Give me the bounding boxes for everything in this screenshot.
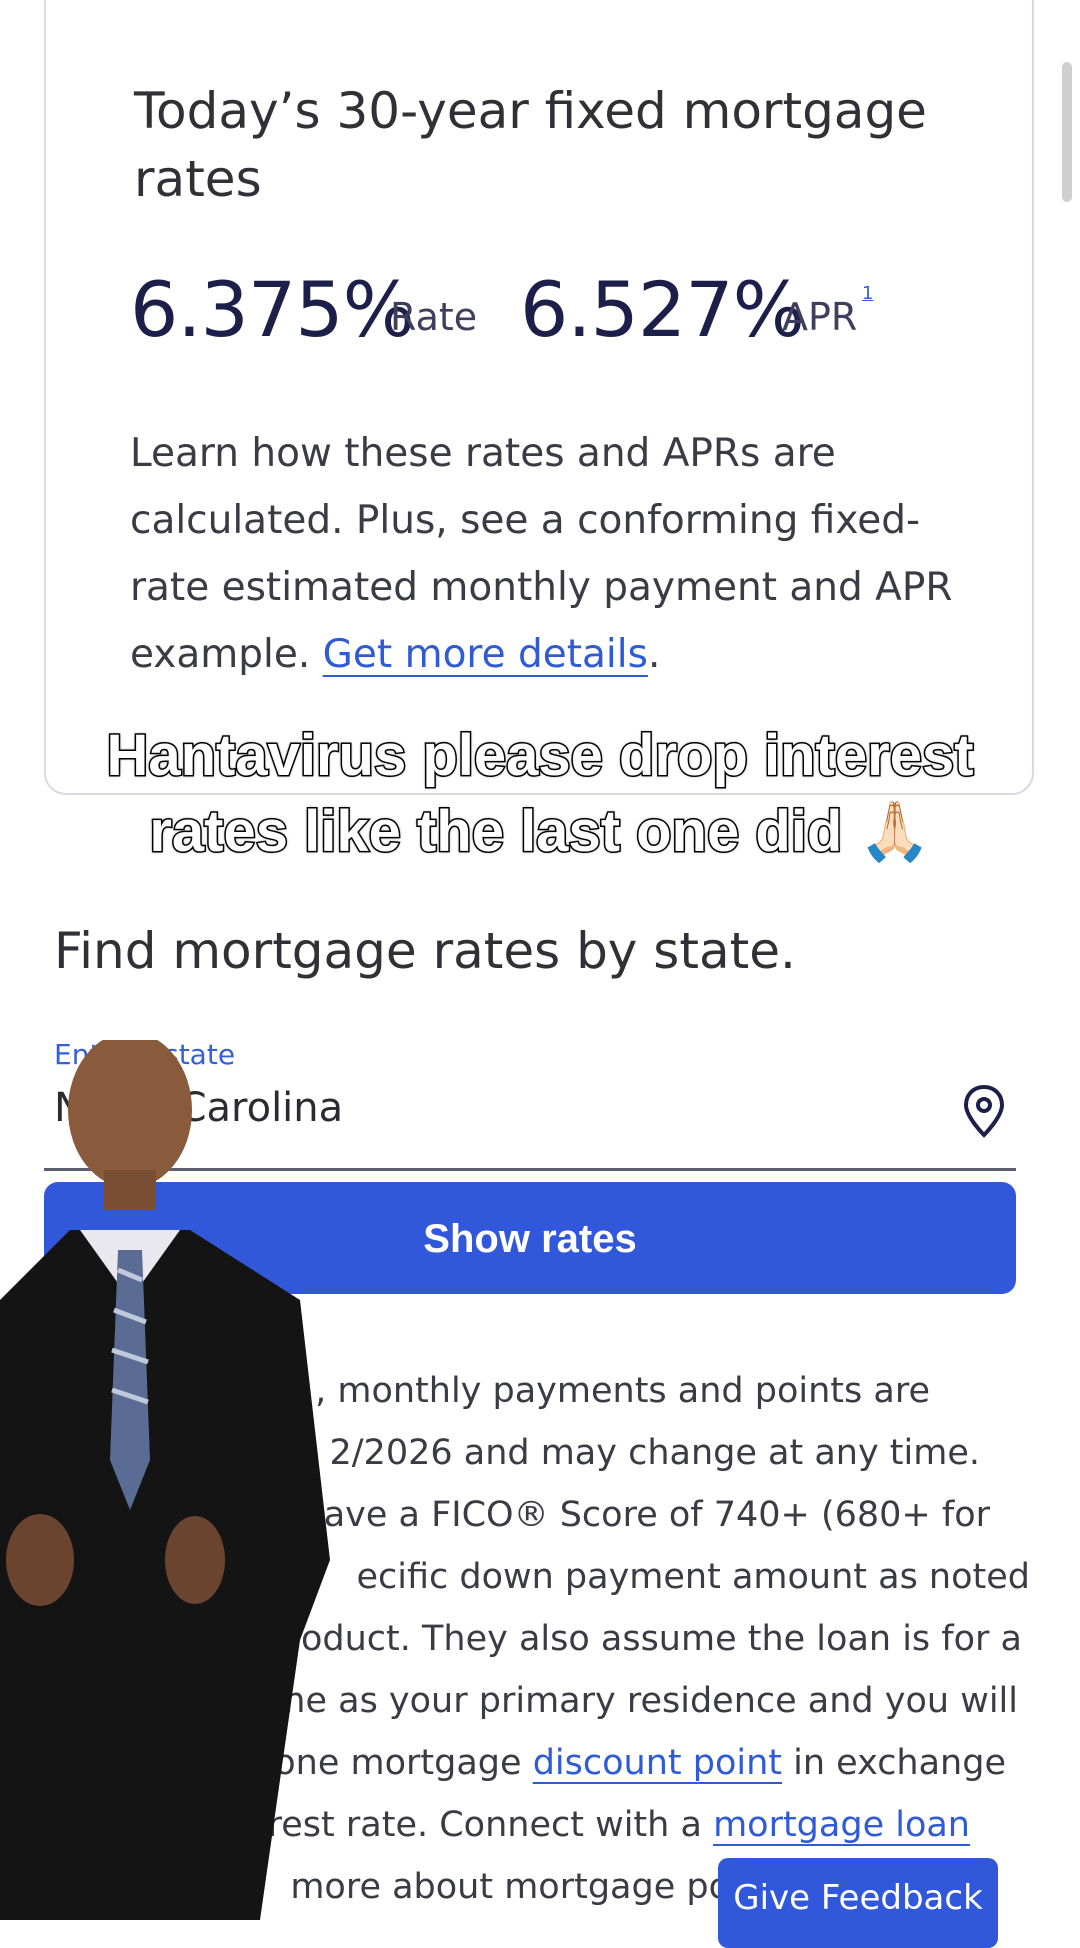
- video-caption: Hantavirus please drop interest rates li…: [40, 718, 1040, 870]
- learn-text: Learn how these rates and APRs are calcu…: [130, 420, 980, 688]
- disclaimer-text-span: in exchange: [793, 1743, 1006, 1783]
- apr-label: APR: [782, 295, 858, 339]
- location-pin-icon[interactable]: [960, 1083, 1008, 1139]
- scrollbar[interactable]: [1062, 62, 1072, 202]
- apr-value: 6.527%: [520, 265, 805, 354]
- praying-hands-icon: 🙏🏻: [858, 799, 931, 864]
- card-title: Today’s 30-year fixed mortgage rates: [134, 82, 927, 208]
- caption-text: Hantavirus please drop interest rates li…: [105, 722, 975, 866]
- find-title: Find mortgage rates by state.: [54, 922, 796, 980]
- rate-label: Rate: [390, 295, 478, 339]
- get-more-details-link[interactable]: Get more details: [323, 632, 648, 677]
- mortgage-loan-link[interactable]: mortgage loan: [713, 1805, 970, 1845]
- discount-point-link[interactable]: discount point: [533, 1743, 782, 1783]
- give-feedback-button[interactable]: Give Feedback: [718, 1858, 998, 1948]
- person-overlay-image: [0, 1040, 330, 1920]
- learn-period: .: [647, 632, 661, 677]
- rate-value: 6.375%: [130, 265, 415, 354]
- apr-footnote-link[interactable]: 1: [862, 283, 873, 304]
